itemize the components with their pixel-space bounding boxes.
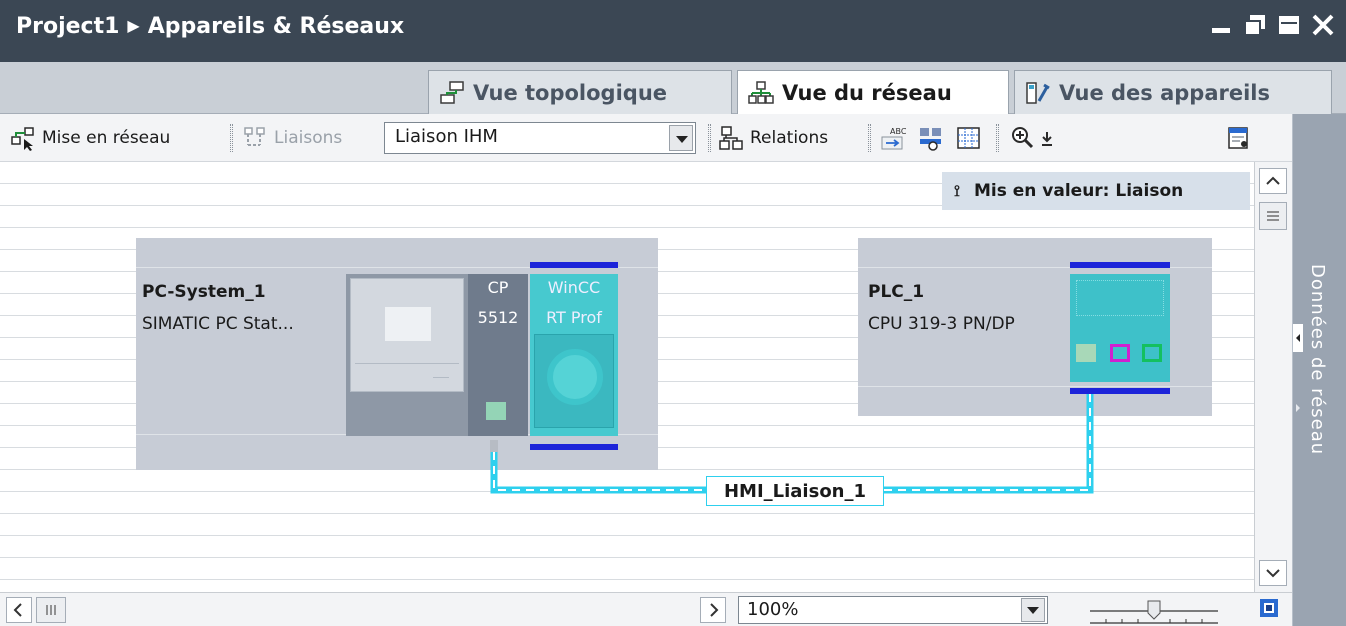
chevron-left-icon [1296, 334, 1300, 342]
pin-icon[interactable]: ⟟ [954, 181, 960, 201]
zoom-in-icon [1012, 127, 1034, 149]
page-break-icon [920, 128, 941, 151]
chevron-down-icon[interactable] [669, 125, 693, 151]
close-button[interactable] [1312, 14, 1334, 36]
hmi-connection-line[interactable] [0, 162, 1254, 592]
breadcrumb-project[interactable]: Project1 [16, 14, 119, 39]
tab-network-view[interactable]: Vue du réseau [737, 70, 1009, 115]
grip-icon [46, 605, 56, 615]
minimize-button[interactable] [1210, 14, 1232, 36]
overview-navigation-button[interactable] [1256, 595, 1284, 623]
tab-topology-view-label: Vue topologique [473, 80, 668, 105]
chevron-down-icon [1266, 569, 1280, 578]
svg-text:ABC: ABC [890, 127, 906, 136]
toolbar-divider [708, 124, 711, 152]
breadcrumb: Project1 ▶ Appareils & Réseaux [16, 14, 404, 39]
show-address-labels-button[interactable]: ABC [880, 122, 912, 154]
highlight-tooltip-text: Mis en valeur: Liaison [973, 181, 1184, 201]
tab-topology-view[interactable]: Vue topologique [428, 70, 732, 114]
vertical-scrollbar[interactable] [1254, 162, 1292, 592]
connection-type-value: Liaison IHM [395, 126, 498, 147]
breadcrumb-separator-icon: ▶ [127, 16, 140, 35]
hmi-connection-label[interactable]: HMI_Liaison_1 [706, 476, 884, 506]
maximize-button[interactable] [1278, 14, 1300, 36]
zoom-dropdown-arrow[interactable] [1021, 598, 1045, 622]
toolbar-divider [230, 124, 233, 152]
tab-device-view-label: Vue des appareils [1059, 80, 1270, 105]
network-mode-label: Mise en réseau [42, 128, 171, 148]
toolbar-divider [996, 124, 999, 152]
breadcrumb-current: Appareils & Réseaux [147, 14, 405, 39]
connections-mode-button[interactable]: Liaisons [242, 122, 342, 154]
chevron-right-icon [710, 603, 719, 617]
tab-device-view[interactable]: Vue des appareils [1014, 70, 1332, 114]
relations-button[interactable]: Relations [718, 122, 828, 154]
connection-type-select[interactable]: Liaison IHM [384, 122, 696, 154]
address-labels-icon: ABC [881, 127, 906, 150]
grid-button[interactable] [956, 122, 988, 154]
scroll-up-button[interactable] [1259, 168, 1287, 194]
close-icon [1312, 14, 1334, 36]
zoom-slider[interactable] [1086, 595, 1222, 625]
relations-label: Relations [750, 128, 829, 148]
horizontal-scrollbar[interactable] [0, 592, 1292, 626]
minimize-icon [1212, 28, 1230, 33]
window-controls [1210, 14, 1334, 36]
sidebar-expand-handle[interactable] [1293, 394, 1303, 422]
grip-icon [1267, 211, 1279, 221]
relations-icon [719, 126, 743, 150]
zoom-in-button[interactable] [1010, 122, 1042, 154]
zoom-options-button[interactable] [1040, 122, 1054, 154]
page-break-button[interactable] [918, 122, 950, 154]
network-mode-icon [11, 127, 34, 151]
connections-mode-label: Liaisons [274, 128, 343, 148]
sidebar-title[interactable]: Données de réseau [1307, 264, 1328, 455]
scroll-down-button[interactable] [1259, 560, 1287, 586]
toolbar-divider [868, 124, 871, 152]
float-window-button[interactable] [1244, 14, 1266, 36]
chevron-up-icon [1266, 176, 1280, 185]
topology-view-icon [440, 80, 464, 104]
sidebar-collapse-handle[interactable] [1293, 324, 1303, 352]
horizontal-scroll-thumb[interactable] [36, 597, 66, 623]
network-data-icon [1228, 127, 1248, 149]
device-view-icon [1026, 81, 1050, 104]
connections-mode-icon [244, 127, 265, 146]
scroll-right-button[interactable] [700, 597, 726, 623]
maximize-icon [1279, 16, 1299, 34]
scroll-thumb[interactable] [1259, 202, 1287, 230]
highlight-tooltip: ⟟ Mis en valeur: Liaison [942, 172, 1250, 210]
zoom-slider-track [1090, 600, 1218, 624]
zoom-level-value: 100% [747, 599, 799, 620]
network-mode-button[interactable]: Mise en réseau [10, 122, 170, 154]
grid-icon [957, 127, 980, 149]
view-tab-bar: Vue topologique Vue du réseau Vue des ap… [0, 62, 1346, 115]
network-data-sidebar[interactable]: Données de réseau [1292, 114, 1346, 626]
overview-navigation-icon [1260, 599, 1278, 617]
show-network-data-button[interactable] [1226, 122, 1258, 154]
zoom-level-select[interactable]: 100% [738, 596, 1048, 624]
network-view-icon [748, 81, 774, 104]
download-arrow-icon [1042, 132, 1052, 146]
scroll-left-button[interactable] [6, 597, 32, 623]
float-window-icon [1244, 15, 1265, 36]
chevron-down-icon [1027, 607, 1039, 614]
chevron-left-icon [13, 603, 22, 617]
chevron-right-icon [1296, 404, 1300, 412]
window-titlebar: Project1 ▶ Appareils & Réseaux [0, 0, 1346, 62]
tab-network-view-label: Vue du réseau [782, 81, 952, 105]
network-canvas[interactable]: PC-System_1 SIMATIC PC Stat... CP 5512 W… [0, 162, 1254, 592]
